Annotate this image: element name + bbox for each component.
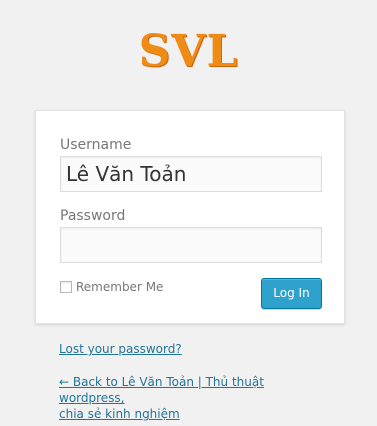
remember-me-label: Remember Me: [76, 280, 164, 294]
password-input[interactable]: [60, 227, 322, 263]
username-label: Username: [60, 137, 132, 153]
username-input[interactable]: [60, 156, 322, 192]
remember-me-checkbox[interactable]: [60, 281, 72, 293]
back-to-site-link[interactable]: ← Back to Lê Văn Toản | Thủ thuật wordpr…: [59, 374, 329, 422]
login-button[interactable]: Log In: [261, 278, 322, 309]
password-label: Password: [60, 208, 126, 224]
back-link-line2: chia sẻ kinh nghiệm: [59, 407, 180, 421]
site-logo: SVL: [138, 26, 239, 77]
lost-password-link[interactable]: Lost your password?: [59, 341, 182, 357]
login-form: Username Password Remember Me Log In: [35, 110, 345, 324]
remember-me[interactable]: Remember Me: [60, 280, 163, 294]
back-link-line1: ← Back to Lê Văn Toản | Thủ thuật wordpr…: [59, 375, 264, 405]
